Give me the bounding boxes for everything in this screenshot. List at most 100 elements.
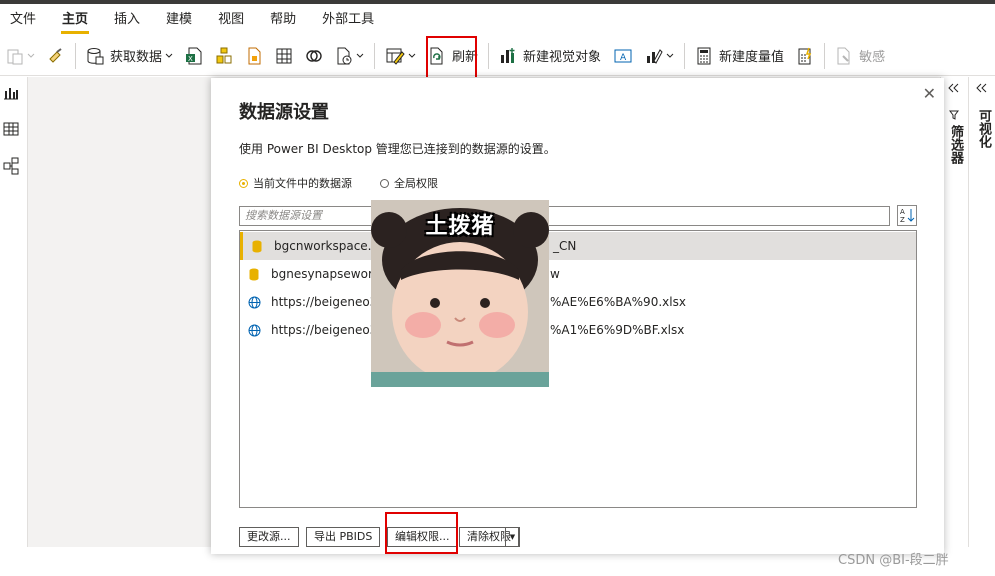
close-icon[interactable]: ✕ [923, 84, 936, 103]
database-icon [247, 268, 261, 281]
more-visuals-icon [647, 48, 663, 64]
quick-measure-button[interactable] [790, 38, 820, 74]
radio-unselected-icon [380, 178, 389, 188]
ribbon-toolbar: 获取数据 X 刷新 新建视觉对象 A 新建度量值 敏感 [0, 36, 995, 76]
recent-sources-button[interactable] [329, 38, 370, 74]
ribbon-separator [374, 42, 376, 69]
excel-icon: X [186, 47, 202, 64]
data-view-icon[interactable] [3, 122, 19, 136]
data-source-settings-dialog: ✕ 数据源设置 使用 Power BI Desktop 管理您已连接到的数据源的… [211, 78, 944, 554]
chevron-down-icon [666, 53, 674, 58]
menu-help[interactable]: 帮助 [257, 4, 309, 36]
model-view-icon[interactable] [3, 157, 19, 175]
get-data-label: 获取数据 [110, 50, 163, 65]
format-painter-button[interactable] [41, 38, 71, 74]
list-item[interactable]: bgcnworkspace.sql _CN [240, 232, 916, 260]
transform-data-icon [386, 48, 405, 65]
list-item[interactable]: https://beigeneo36 %AE%E6%BA%90.xlsx [240, 288, 916, 316]
meme-caption: 土拨猪 [425, 214, 495, 239]
chevron-down-icon [408, 53, 416, 58]
enter-data-button[interactable] [269, 38, 299, 74]
left-nav [0, 77, 28, 547]
filters-pane-collapsed[interactable]: 筛选器 [940, 77, 968, 547]
link-icon [306, 49, 322, 62]
menu-file[interactable]: 文件 [0, 4, 49, 36]
list-item[interactable]: https://beigeneo36 %A1%E6%9D%BF.xlsx [240, 316, 916, 344]
svg-text:Z: Z [900, 216, 905, 224]
chevron-down-icon [165, 53, 173, 58]
get-data-button[interactable]: 获取数据 [80, 38, 179, 74]
list-item-tail: _CN [553, 239, 577, 253]
radio-global-permissions[interactable]: 全局权限 [380, 175, 438, 191]
dataset-icon [216, 47, 232, 63]
menu-view[interactable]: 视图 [205, 4, 257, 36]
dataverse-link-button[interactable] [299, 38, 329, 74]
text-box-button[interactable]: A [607, 38, 639, 74]
double-chevron-left-icon[interactable] [976, 83, 988, 93]
ribbon-separator [75, 42, 76, 69]
visualizations-pane-label: 可视化 [976, 109, 991, 148]
new-measure-button[interactable]: 新建度量值 [689, 38, 790, 74]
svg-text:X: X [188, 55, 193, 63]
list-item-tail: %A1%E6%9D%BF.xlsx [550, 323, 685, 337]
search-input[interactable]: 搜索数据源设置 [239, 206, 890, 226]
new-visual-button[interactable]: 新建视觉对象 [493, 38, 607, 74]
csdn-watermark: CSDN @BI-段二胖 [838, 553, 949, 568]
globe-icon [247, 324, 261, 337]
chevron-down-icon [356, 53, 364, 58]
text-box-icon: A [614, 49, 632, 63]
sensitivity-icon [837, 47, 850, 64]
ribbon-separator [684, 42, 686, 69]
transform-data-highlight [426, 36, 477, 83]
menu-insert[interactable]: 插入 [101, 4, 153, 36]
globe-icon [247, 296, 261, 309]
transform-data-button[interactable] [379, 38, 422, 74]
clear-permissions-dropdown[interactable]: ▼ [505, 527, 520, 547]
dialog-title: 数据源设置 [239, 102, 329, 123]
ribbon-separator [824, 42, 826, 69]
excel-button[interactable]: X [179, 38, 209, 74]
menu-external-tools[interactable]: 外部工具 [309, 4, 387, 36]
data-source-list: bgcnworkspace.sql _CN bgnesynapseworks w… [239, 230, 917, 508]
chevron-down-icon [27, 53, 35, 58]
svg-text:A: A [620, 53, 627, 63]
radio-current-file[interactable]: 当前文件中的数据源 [239, 175, 352, 191]
calculator-icon [697, 47, 711, 64]
ribbon-separator [488, 42, 490, 69]
paste-button[interactable] [0, 38, 41, 74]
edit-permissions-highlight [385, 512, 458, 554]
sensitivity-button[interactable]: 敏感 [829, 38, 891, 74]
radio-global-label: 全局权限 [394, 177, 438, 190]
export-pbids-button[interactable]: 导出 PBIDS [306, 527, 381, 547]
list-item[interactable]: bgnesynapseworks w [240, 260, 916, 288]
radio-current-file-label: 当前文件中的数据源 [253, 177, 352, 190]
meme-overlay-image: 土拨猪 [371, 200, 549, 387]
dataset-button[interactable] [209, 38, 239, 74]
paste-icon [7, 49, 23, 64]
more-visuals-button[interactable] [639, 38, 680, 74]
change-source-button[interactable]: 更改源... [239, 527, 299, 547]
table-icon [276, 48, 292, 63]
list-item-text: bgnesynapseworks [271, 267, 387, 281]
report-view-icon[interactable] [3, 86, 19, 100]
recent-sources-icon [337, 47, 352, 64]
new-measure-label: 新建度量值 [719, 50, 785, 65]
list-item-text: https://beigeneo36 [271, 295, 385, 309]
list-item-tail: %AE%E6%BA%90.xlsx [550, 295, 686, 309]
list-item-text: https://beigeneo36 [271, 323, 385, 337]
dataverse-button[interactable] [239, 38, 269, 74]
document-icon [248, 47, 261, 64]
menu-modeling[interactable]: 建模 [153, 4, 205, 36]
menu-home[interactable]: 主页 [49, 4, 101, 36]
filter-icon [949, 110, 959, 120]
new-visual-icon [501, 47, 515, 63]
dialog-description: 使用 Power BI Desktop 管理您已连接到的数据源的设置。 [239, 142, 556, 156]
scope-radio-group: 当前文件中的数据源 全局权限 [239, 175, 466, 191]
format-painter-icon [49, 47, 62, 63]
double-chevron-left-icon[interactable] [948, 83, 960, 93]
database-icon [250, 240, 264, 253]
visualizations-pane-collapsed[interactable]: 可视化 [968, 77, 995, 547]
sort-button[interactable]: AZ [897, 205, 917, 226]
menu-bar: 文件 主页 插入 建模 视图 帮助 外部工具 [0, 4, 995, 36]
database-icon [87, 47, 104, 64]
